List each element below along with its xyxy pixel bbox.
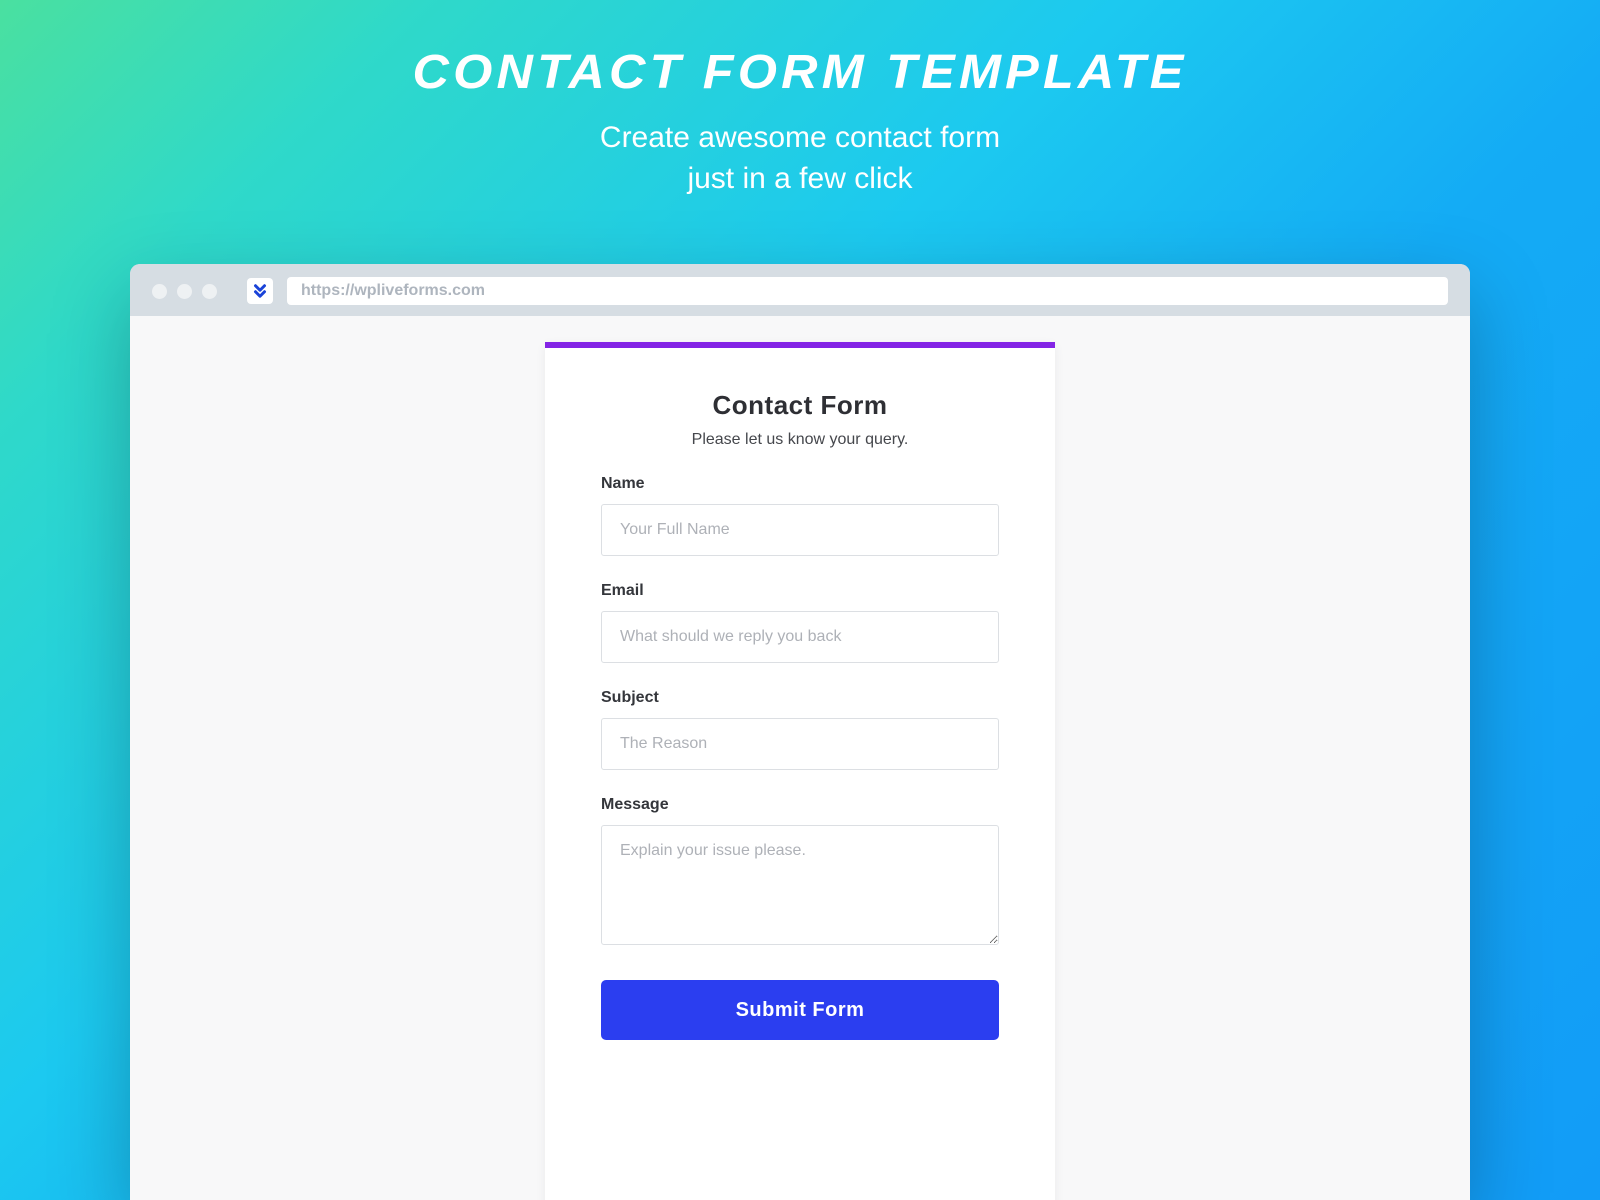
browser-window: https://wpliveforms.com Contact Form Ple… [130, 264, 1470, 1200]
hero-subtitle: Create awesome contact form just in a fe… [431, 118, 1169, 199]
hero-title: CONTACT FORM TEMPLATE [412, 45, 1187, 100]
form-subtitle: Please let us know your query. [601, 431, 999, 449]
email-label: Email [601, 582, 999, 600]
name-field: Name [601, 475, 999, 556]
window-dot-close-icon[interactable] [152, 284, 167, 299]
url-bar[interactable]: https://wpliveforms.com [287, 277, 1448, 305]
name-label: Name [601, 475, 999, 493]
message-textarea[interactable] [601, 825, 999, 945]
window-controls [152, 284, 217, 299]
hero-subtitle-line2: just in a few click [687, 162, 912, 195]
favicon-icon [247, 278, 273, 304]
email-input[interactable] [601, 611, 999, 663]
submit-button[interactable]: Submit Form [601, 980, 999, 1040]
url-text: https://wpliveforms.com [301, 282, 485, 300]
contact-form-card: Contact Form Please let us know your que… [545, 342, 1055, 1200]
email-field: Email [601, 582, 999, 663]
hero-subtitle-line1: Create awesome contact form [600, 121, 1000, 154]
window-dot-minimize-icon[interactable] [177, 284, 192, 299]
message-label: Message [601, 796, 999, 814]
browser-toolbar: https://wpliveforms.com [130, 264, 1470, 316]
name-input[interactable] [601, 504, 999, 556]
window-dot-maximize-icon[interactable] [202, 284, 217, 299]
message-field: Message [601, 796, 999, 950]
subject-label: Subject [601, 689, 999, 707]
subject-input[interactable] [601, 718, 999, 770]
hero-section: CONTACT FORM TEMPLATE Create awesome con… [431, 45, 1169, 199]
form-title: Contact Form [601, 390, 999, 421]
browser-viewport: Contact Form Please let us know your que… [130, 316, 1470, 1200]
subject-field: Subject [601, 689, 999, 770]
